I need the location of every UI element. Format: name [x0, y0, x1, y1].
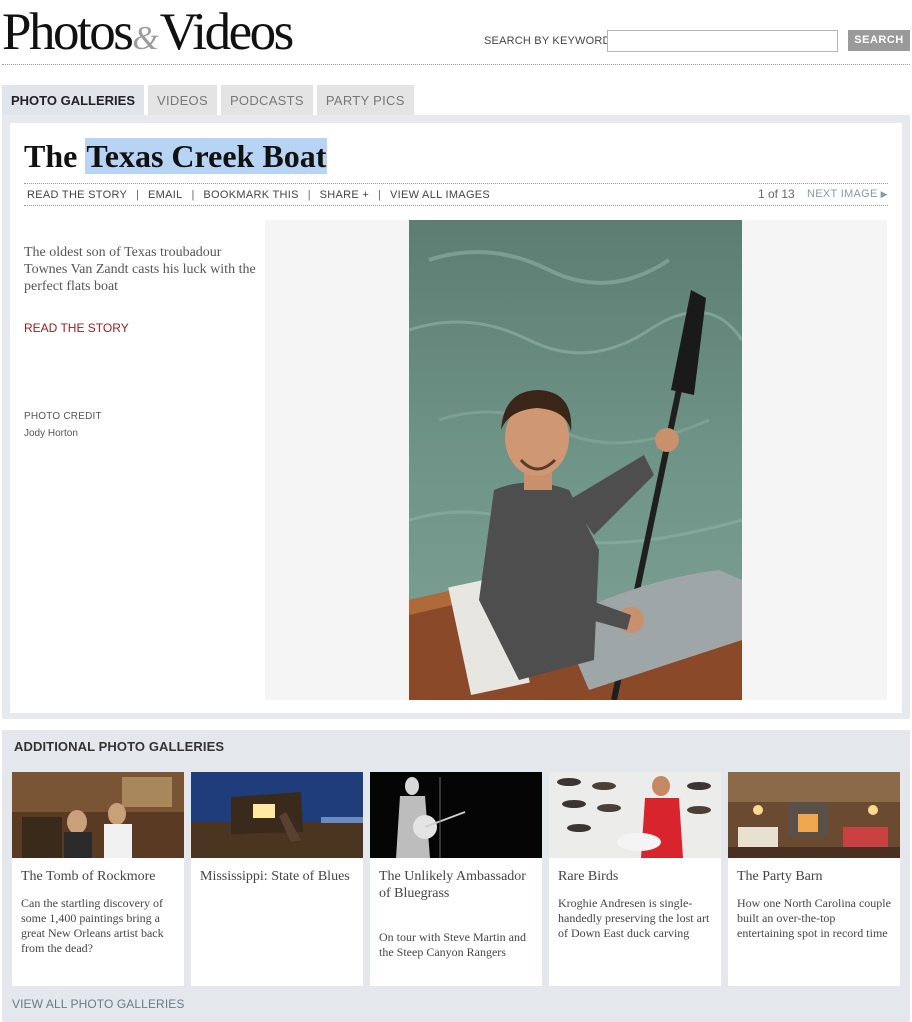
read-the-story-button[interactable]: READ THE STORY — [24, 321, 129, 335]
gallery-card-mississippi-blues[interactable]: Mississippi: State of Blues — [191, 772, 363, 986]
search-button[interactable]: SEARCH — [848, 30, 910, 51]
gallery-title-highlighted: Texas Creek Boat — [85, 138, 328, 174]
search-input[interactable] — [607, 30, 838, 52]
logo-word-videos: Videos — [159, 3, 294, 61]
nav-separator: | — [136, 189, 140, 201]
thumbnail-rockmore[interactable] — [12, 772, 184, 858]
next-image-link[interactable]: NEXT IMAGE ▶ — [807, 188, 888, 200]
gallery-action-nav: READ THE STORY | EMAIL | BOOKMARK THIS |… — [27, 188, 490, 202]
thumbnail-rare-birds[interactable] — [549, 772, 721, 858]
gallery-card-tomb-of-rockmore[interactable]: The Tomb of Rockmore Can the startling d… — [12, 772, 184, 986]
section-tabs: PHOTO GALLERIES VIDEOS PODCASTS PARTY PI… — [2, 85, 418, 115]
thumbnail-bluegrass[interactable] — [370, 772, 542, 858]
thumbnail-party-barn[interactable] — [728, 772, 900, 858]
play-arrow-icon: ▶ — [880, 189, 888, 199]
tab-podcasts[interactable]: PODCASTS — [220, 85, 313, 115]
gallery-card-list: The Tomb of Rockmore Can the startling d… — [12, 772, 907, 986]
gallery-card-ambassador-bluegrass[interactable]: The Unlikely Ambassador of Bluegrass On … — [370, 772, 542, 986]
nav-separator: | — [191, 189, 195, 201]
share-link[interactable]: SHARE + — [320, 189, 369, 201]
gallery-description: The oldest son of Texas troubadour Towne… — [24, 245, 256, 294]
thumbnail-mississippi[interactable] — [191, 772, 363, 858]
site-logo[interactable]: Photos&Videos — [2, 2, 294, 62]
card-title[interactable]: Rare Birds — [558, 868, 714, 885]
card-title[interactable]: The Unlikely Ambassador of Bluegrass — [379, 868, 535, 902]
gallery-title: The Texas Creek Boat — [24, 134, 328, 178]
gallery-title-prefix: The — [24, 138, 86, 174]
view-all-photo-galleries-link[interactable]: VIEW ALL PHOTO GALLERIES — [12, 997, 184, 1011]
nav-separator: | — [378, 189, 381, 201]
card-description: How one North Carolina couple built an o… — [737, 896, 891, 940]
gallery-card-rare-birds[interactable]: Rare Birds Kroghie Andresen is single-ha… — [549, 772, 721, 986]
tab-party-pics[interactable]: PARTY PICS — [316, 85, 414, 115]
additional-galleries-heading: ADDITIONAL PHOTO GALLERIES — [14, 739, 225, 754]
photo-credit-label: PHOTO CREDIT — [24, 411, 102, 422]
logo-ampersand: & — [132, 20, 159, 57]
card-title[interactable]: Mississippi: State of Blues — [200, 868, 356, 885]
tab-videos[interactable]: VIDEOS — [148, 85, 217, 115]
subnav-divider-bottom — [24, 205, 888, 206]
card-title[interactable]: The Party Barn — [737, 868, 893, 885]
search-label: SEARCH BY KEYWORD — [484, 35, 611, 47]
header-divider — [2, 64, 910, 65]
read-the-story-link[interactable]: READ THE STORY — [27, 189, 127, 201]
tab-photo-galleries[interactable]: PHOTO GALLERIES — [2, 85, 144, 115]
subnav-divider-top — [24, 183, 888, 184]
gallery-card-party-barn[interactable]: The Party Barn How one North Carolina co… — [728, 772, 900, 986]
email-link[interactable]: EMAIL — [148, 189, 183, 201]
card-description: On tour with Steve Martin and the Steep … — [379, 930, 526, 959]
card-description: Can the startling discovery of some 1,40… — [21, 896, 164, 955]
photo-credit-name: Jody Horton — [24, 428, 78, 439]
main-gallery-photo[interactable] — [409, 220, 742, 700]
logo-word-photos: Photos — [2, 3, 134, 61]
next-image-label: NEXT IMAGE — [807, 188, 878, 200]
image-counter: 1 of 13 — [758, 187, 795, 201]
card-title[interactable]: The Tomb of Rockmore — [21, 868, 177, 885]
view-all-images-link[interactable]: VIEW ALL IMAGES — [390, 189, 490, 201]
bookmark-link[interactable]: BOOKMARK THIS — [203, 189, 298, 201]
card-description: Kroghie Andresen is single-handedly pres… — [558, 896, 710, 940]
nav-separator: | — [307, 189, 311, 201]
